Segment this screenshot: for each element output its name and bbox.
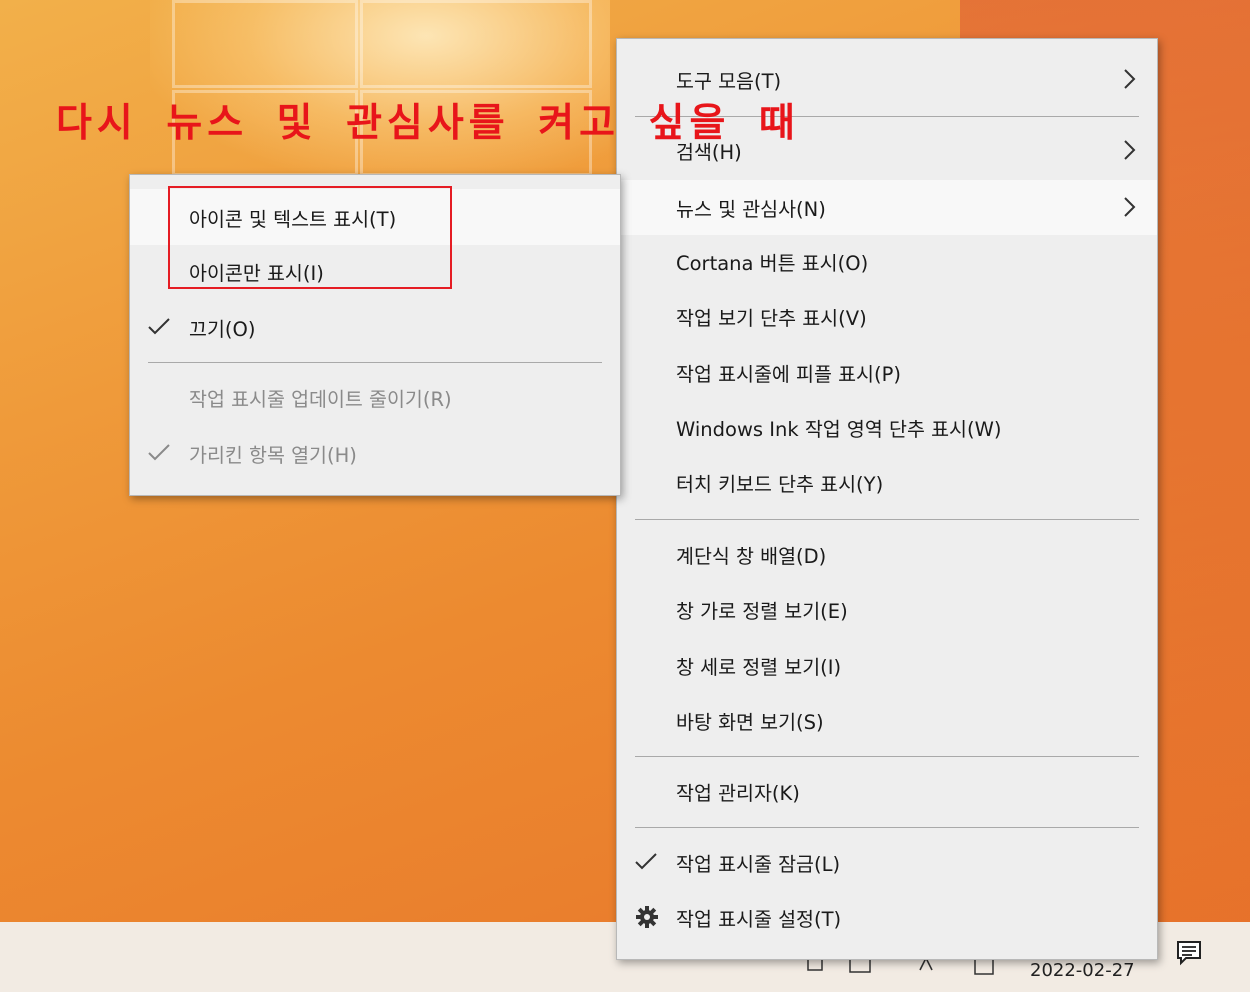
chevron-right-icon: [1124, 140, 1136, 160]
menu-item-cortana-button[interactable]: Cortana 버튼 표시(O): [617, 236, 1157, 286]
wallpaper-windows-pane: [172, 0, 358, 88]
menu-item-label: 창 가로 정렬 보기(E): [676, 599, 848, 623]
menu-item-label: 터치 키보드 단추 표시(Y): [676, 472, 884, 496]
menu-item-label: 계단식 창 배열(D): [676, 544, 827, 568]
menu-item-label: 가리킨 항목 열기(H): [189, 443, 357, 467]
annotation-highlight-box: [168, 186, 452, 289]
menu-item-lock-taskbar[interactable]: 작업 표시줄 잠금(L): [617, 837, 1157, 887]
notification-icon[interactable]: [1176, 940, 1202, 966]
taskbar-context-menu: 도구 모음(T) 검색(H) 뉴스 및 관심사(N) Cortana 버튼 표시…: [616, 38, 1158, 960]
submenu-item-turn-off[interactable]: 끄기(O): [130, 302, 620, 352]
menu-item-label: 작업 표시줄에 피플 표시(P): [676, 362, 901, 386]
checkmark-icon: [148, 444, 170, 461]
menu-separator: [635, 519, 1139, 520]
menu-item-label: 바탕 화면 보기(S): [676, 710, 824, 734]
menu-item-task-view-button[interactable]: 작업 보기 단추 표시(V): [617, 291, 1157, 341]
checkmark-icon: [635, 853, 657, 870]
clock-date[interactable]: 2022-02-27: [1030, 960, 1135, 981]
menu-item-cascade-windows[interactable]: 계단식 창 배열(D): [617, 529, 1157, 579]
menu-item-label: Windows Ink 작업 영역 단추 표시(W): [676, 417, 1002, 441]
menu-item-show-windows-side-by-side[interactable]: 창 세로 정렬 보기(I): [617, 640, 1157, 690]
menu-item-label: 끄기(O): [189, 317, 256, 341]
menu-item-label: Cortana 버튼 표시(O): [676, 251, 869, 275]
menu-item-news-and-interests[interactable]: 뉴스 및 관심사(N): [617, 180, 1157, 235]
menu-item-taskbar-settings[interactable]: 작업 표시줄 설정(T): [617, 892, 1157, 942]
menu-item-label: 작업 표시줄 잠금(L): [676, 852, 841, 876]
submenu-item-open-on-hover: 가리킨 항목 열기(H): [130, 428, 620, 478]
menu-item-label: 작업 관리자(K): [676, 781, 800, 805]
annotation-title: 다시 뉴스 및 관심사를 켜고 싶을 때: [56, 101, 800, 146]
menu-item-touch-keyboard-button[interactable]: 터치 키보드 단추 표시(Y): [617, 457, 1157, 507]
menu-separator: [635, 827, 1139, 828]
gear-icon: [636, 906, 658, 928]
menu-item-windows-ink-button[interactable]: Windows Ink 작업 영역 단추 표시(W): [617, 402, 1157, 452]
menu-item-show-windows-stacked[interactable]: 창 가로 정렬 보기(E): [617, 584, 1157, 634]
menu-item-label: 도구 모음(T): [676, 69, 782, 93]
menu-separator: [148, 362, 602, 363]
wallpaper-windows-pane: [360, 0, 592, 88]
menu-item-people-on-taskbar[interactable]: 작업 표시줄에 피플 표시(P): [617, 347, 1157, 397]
checkmark-icon: [148, 318, 170, 335]
menu-item-show-desktop[interactable]: 바탕 화면 보기(S): [617, 695, 1157, 745]
menu-item-label: 뉴스 및 관심사(N): [676, 198, 826, 221]
menu-item-label: 작업 보기 단추 표시(V): [676, 306, 867, 330]
menu-item-label: 작업 표시줄 설정(T): [676, 907, 842, 931]
menu-item-label: 창 세로 정렬 보기(I): [676, 655, 842, 679]
menu-separator: [635, 756, 1139, 757]
menu-item-label: 작업 표시줄 업데이트 줄이기(R): [189, 387, 452, 411]
menu-item-task-manager[interactable]: 작업 관리자(K): [617, 766, 1157, 816]
chevron-right-icon: [1124, 197, 1136, 217]
submenu-item-reduce-taskbar-updates: 작업 표시줄 업데이트 줄이기(R): [130, 372, 620, 422]
chevron-right-icon: [1124, 69, 1136, 89]
